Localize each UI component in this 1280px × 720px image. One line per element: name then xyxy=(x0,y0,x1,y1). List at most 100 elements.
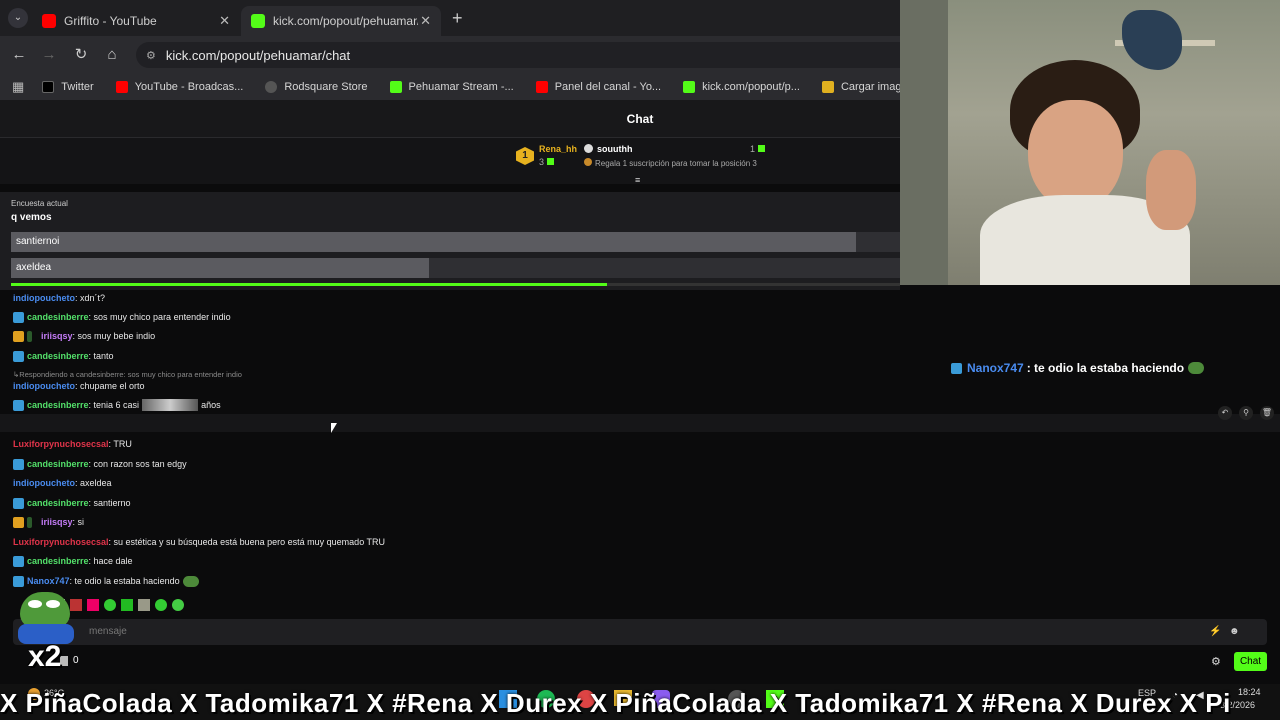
message-text: : hace dale xyxy=(88,556,133,566)
delete-icon[interactable]: 🗑 xyxy=(1260,406,1274,420)
youtube-icon xyxy=(535,81,548,93)
message-username[interactable]: candesinberre xyxy=(27,498,89,508)
message-username[interactable]: candesinberre xyxy=(27,351,89,361)
top-gifter-count: 3 xyxy=(539,157,554,167)
youtube-icon xyxy=(115,81,128,93)
new-tab-button[interactable]: + xyxy=(452,8,463,29)
bookmark-label: Rodsquare Store xyxy=(284,81,368,93)
message-username[interactable]: Luxiforpynuchosecsal xyxy=(13,537,109,547)
message-username[interactable]: indiopoucheto xyxy=(13,478,75,488)
back-button[interactable]: ← xyxy=(8,44,30,66)
rank-badge: 1 xyxy=(516,147,534,165)
user-icon xyxy=(584,144,593,153)
message-username[interactable]: indiopoucheto xyxy=(13,293,75,303)
bookmark-kick-popout[interactable]: kick.com/popout/p... xyxy=(683,81,800,93)
poll-question: q vemos xyxy=(11,212,52,223)
message-username[interactable]: iriisqsy xyxy=(41,517,73,527)
chat-message: candesinberre: santierno xyxy=(13,496,131,510)
poll-option-1[interactable]: santiernoi xyxy=(11,232,900,252)
settings-icon[interactable]: ⚙ xyxy=(1211,655,1221,668)
crown-badge-icon xyxy=(13,330,24,342)
forward-button[interactable]: → xyxy=(38,44,60,66)
points-counter: 0 xyxy=(60,655,79,666)
message-text: : con razon sos tan edgy xyxy=(88,459,187,469)
top-gifter-name[interactable]: Rena_hh xyxy=(539,144,577,154)
tab-bar: ⌄ Griffito - YouTube ✕ kick.com/popout/p… xyxy=(0,0,900,36)
bookmark-pehuamar[interactable]: Pehuamar Stream -... xyxy=(389,81,514,93)
chat-message: candesinberre: sos muy chico para entend… xyxy=(13,310,231,324)
message-username[interactable]: Nanox747 xyxy=(27,576,70,586)
webcam-feed xyxy=(900,0,1280,285)
subscriber-name[interactable]: souuthh xyxy=(597,144,633,154)
chat-message: indiopoucheto: chupame el orto xyxy=(13,379,145,393)
verified-badge-icon xyxy=(13,350,24,362)
chat-title: Chat xyxy=(626,112,654,126)
emote-icon[interactable] xyxy=(87,599,99,611)
poll-option-bar xyxy=(11,232,856,252)
gift-icon xyxy=(757,145,765,152)
message-username[interactable]: iriisqsy xyxy=(41,331,73,341)
address-field[interactable]: ⚙ kick.com/popout/pehuamar/chat xyxy=(136,42,900,68)
message-text: : santierno xyxy=(88,498,131,508)
emote-icon[interactable] xyxy=(172,599,184,611)
bookmark-youtube[interactable]: YouTube - Broadcas... xyxy=(115,81,243,93)
message-text: : te odio la estaba haciendo xyxy=(69,576,180,586)
poll-option-text: axeldea xyxy=(16,262,52,273)
door-frame xyxy=(900,0,948,285)
subscriber-count: 1 xyxy=(750,144,765,154)
subscription-note: Regala 1 suscripción para tomar la posic… xyxy=(584,158,757,168)
gift-icon xyxy=(584,158,592,166)
input-placeholder: mensaje xyxy=(89,626,127,637)
verified-badge-icon xyxy=(13,555,24,567)
featured-message: Nanox747 : te odio la estaba haciendo xyxy=(951,361,1205,375)
message-text: : axeldea xyxy=(75,478,112,488)
message-username[interactable]: candesinberre xyxy=(27,400,89,410)
emote-icon[interactable] xyxy=(121,599,133,611)
pepe-overlay-icon xyxy=(10,586,80,646)
bookmark-twitter[interactable]: Twitter xyxy=(42,81,94,93)
poll-option-bar xyxy=(11,258,429,278)
emote-picker-icon[interactable]: ☻ xyxy=(1229,619,1240,645)
send-chat-button[interactable]: Chat xyxy=(1234,652,1267,671)
site-info-icon[interactable]: ⚙ xyxy=(146,49,156,62)
message-username[interactable]: candesinberre xyxy=(27,459,89,469)
send-label: Chat xyxy=(1239,656,1262,667)
sub-badge-icon xyxy=(27,516,32,528)
close-icon[interactable]: ✕ xyxy=(420,13,431,29)
home-button[interactable]: ⌂ xyxy=(101,44,123,66)
tab-title: Griffito - YouTube xyxy=(64,14,157,28)
message-hover-row xyxy=(0,414,1280,432)
message-username[interactable]: indiopoucheto xyxy=(13,381,75,391)
expand-icon[interactable]: ≡ xyxy=(635,175,640,185)
hand xyxy=(1146,150,1196,230)
reload-button[interactable]: ↻ xyxy=(70,44,92,66)
reply-icon[interactable]: ↶ xyxy=(1218,406,1232,420)
quick-emotes-icon[interactable]: ⚡ xyxy=(1209,619,1221,645)
emote-icon xyxy=(182,575,199,587)
gift-icon xyxy=(546,158,554,165)
chat-message: indiopoucheto: xdn´t? xyxy=(13,291,105,305)
verified-icon xyxy=(951,362,962,374)
emote-icon[interactable] xyxy=(104,599,116,611)
message-username[interactable]: Luxiforpynuchosecsal xyxy=(13,439,109,449)
apps-icon[interactable]: ▦ xyxy=(12,79,24,95)
bookmark-rodsquare[interactable]: Rodsquare Store xyxy=(265,81,368,93)
bookmark-panel[interactable]: Panel del canal - Yo... xyxy=(535,81,661,93)
emote-icon[interactable] xyxy=(155,599,167,611)
emote-icon[interactable] xyxy=(138,599,150,611)
message-username[interactable]: candesinberre xyxy=(27,312,89,322)
tab-youtube[interactable]: Griffito - YouTube ✕ xyxy=(32,6,240,36)
tab-list-dropdown[interactable]: ⌄ xyxy=(8,8,28,28)
message-username[interactable]: candesinberre xyxy=(27,556,89,566)
chat-input[interactable]: mensaje ☻ ⚡ xyxy=(13,619,1267,645)
poll-option-2[interactable]: axeldea xyxy=(11,258,900,278)
close-icon[interactable]: ✕ xyxy=(219,13,230,29)
pin-icon[interactable]: ⚲ xyxy=(1239,406,1253,420)
message-text: : si xyxy=(72,517,85,527)
message-text: : tenia 6 casi xyxy=(88,400,140,410)
tab-title: kick.com/popout/pehuamar/ch xyxy=(273,14,418,28)
tab-kick[interactable]: kick.com/popout/pehuamar/ch ✕ xyxy=(241,6,441,36)
bookmark-label: kick.com/popout/p... xyxy=(702,81,800,93)
bookmarks-bar: ▦ Twitter YouTube - Broadcas... Rodsquar… xyxy=(0,74,945,100)
donor-ticker: X PiñaColada X Tadomika71 X #Rena X Dure… xyxy=(0,688,1231,718)
